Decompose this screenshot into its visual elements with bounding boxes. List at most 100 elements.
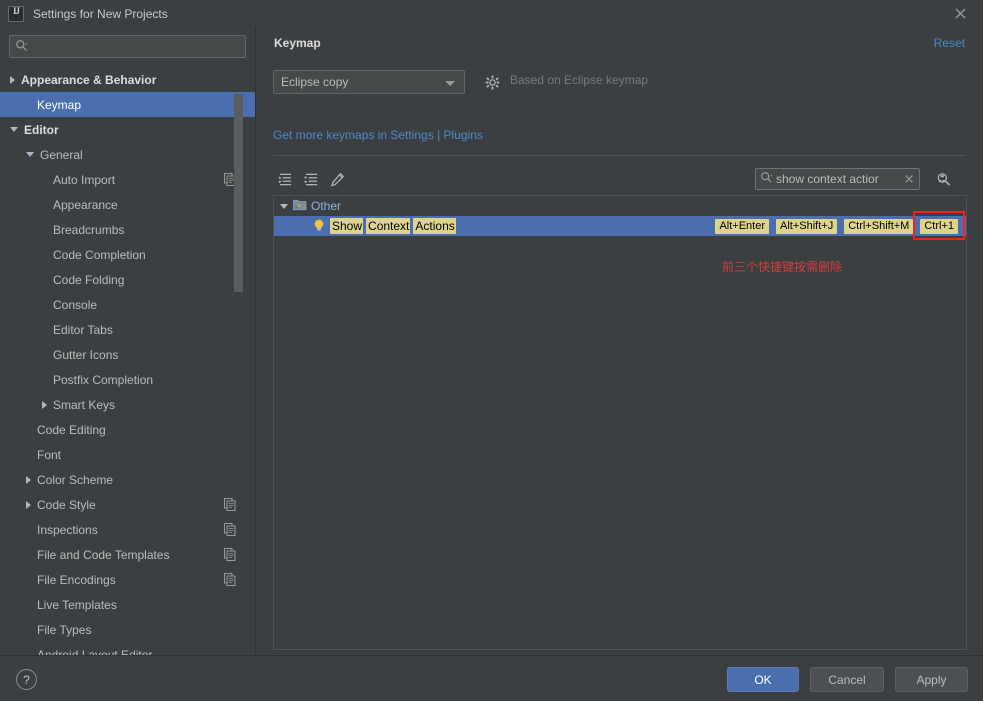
sidebar-item-appearance-behavior[interactable]: Appearance & Behavior — [0, 67, 255, 92]
search-icon — [760, 171, 773, 187]
sidebar-item-breadcrumbs[interactable]: Breadcrumbs — [0, 217, 255, 242]
sidebar-item-postfix-completion[interactable]: Postfix Completion — [0, 367, 255, 392]
annotation-text: 前三个快捷键按需删除 — [722, 260, 843, 274]
find-by-shortcut-button[interactable] — [932, 168, 954, 190]
window-title: Settings for New Projects — [33, 6, 168, 21]
copy-settings-icon[interactable] — [224, 498, 236, 511]
shortcut-badge[interactable]: Alt+Shift+J — [776, 218, 838, 234]
chevron-down-icon — [445, 81, 455, 86]
shortcut-badge-highlighted[interactable]: Ctrl+1 — [913, 211, 965, 240]
expand-all-button[interactable] — [273, 167, 297, 191]
sidebar-scrollbar-track[interactable] — [234, 67, 249, 655]
sidebar-item-label: Appearance & Behavior — [21, 72, 157, 87]
keymap-select[interactable]: Eclipse copy — [273, 70, 465, 94]
gear-icon — [485, 75, 499, 89]
copy-settings-icon[interactable] — [224, 523, 236, 536]
sidebar-item-keymap[interactable]: Keymap — [0, 92, 255, 117]
find-by-shortcut-icon — [937, 172, 950, 186]
shortcut-badge[interactable]: Alt+Enter — [715, 218, 769, 234]
folder-icon — [293, 198, 307, 214]
keymap-settings-button[interactable] — [482, 72, 502, 92]
sidebar-item-label: Inspections — [37, 522, 98, 537]
collapse-all-button[interactable] — [299, 167, 323, 191]
keymap-panel: Keymap Reset Eclipse copy Based on Eclip… — [256, 27, 983, 655]
reset-link[interactable]: Reset — [934, 36, 965, 50]
sidebar-item-live-templates[interactable]: Live Templates — [0, 592, 255, 617]
sidebar-item-file-types[interactable]: File Types — [0, 617, 255, 642]
shortcut-badge[interactable]: Ctrl+Shift+M — [844, 218, 914, 234]
chevron-right-icon[interactable] — [26, 500, 31, 509]
sidebar-item-label: Breadcrumbs — [53, 222, 125, 237]
sidebar-search-input[interactable] — [31, 39, 221, 54]
copy-settings-icon[interactable] — [224, 548, 236, 561]
sidebar-item-smart-keys[interactable]: Smart Keys — [0, 392, 255, 417]
shortcut-label: Ctrl+1 — [920, 219, 958, 234]
sidebar-item-appearance[interactable]: Appearance — [0, 192, 255, 217]
sidebar-item-console[interactable]: Console — [0, 292, 255, 317]
close-button[interactable] — [937, 0, 983, 27]
settings-sidebar: Appearance & Behavior Keymap Editor General… — [0, 27, 255, 655]
sidebar-item-code-completion[interactable]: Code Completion — [0, 242, 255, 267]
pencil-icon — [330, 172, 344, 186]
sidebar-item-inspections[interactable]: Inspections — [0, 517, 255, 542]
sidebar-item-auto-import[interactable]: Auto Import — [0, 167, 255, 192]
sidebar-search-box[interactable] — [9, 35, 246, 58]
sidebar-item-editor[interactable]: Editor — [0, 117, 255, 142]
keymap-search-value: show context actior — [776, 172, 879, 186]
copy-settings-icon[interactable] — [224, 573, 236, 586]
cancel-button[interactable]: Cancel — [810, 667, 884, 692]
keymap-action-label: Show Context Actions — [330, 218, 456, 234]
sidebar-item-color-scheme[interactable]: Color Scheme — [0, 467, 255, 492]
chevron-right-icon[interactable] — [10, 75, 15, 84]
clear-icon[interactable] — [904, 173, 914, 187]
chevron-down-icon[interactable] — [26, 152, 34, 157]
sidebar-item-code-folding[interactable]: Code Folding — [0, 267, 255, 292]
sidebar-item-label: Editor — [24, 122, 59, 137]
action-word: Show — [330, 218, 364, 234]
sidebar-item-label: Code Editing — [37, 422, 106, 437]
keymap-group-row[interactable]: Other — [274, 196, 966, 216]
action-word: Actions — [413, 218, 456, 234]
collapse-all-icon — [303, 173, 317, 185]
help-button[interactable]: ? — [16, 669, 37, 690]
chevron-down-icon[interactable] — [280, 203, 288, 209]
sidebar-scrollbar-thumb[interactable] — [234, 94, 243, 292]
apply-button[interactable]: Apply — [895, 667, 968, 692]
edit-shortcut-button[interactable] — [325, 167, 349, 191]
sidebar-item-editor-tabs[interactable]: Editor Tabs — [0, 317, 255, 342]
ok-button[interactable]: OK — [727, 667, 799, 692]
keymap-group-label: Other — [311, 199, 342, 213]
sidebar-item-label: Editor Tabs — [53, 322, 113, 337]
sidebar-item-label: Code Completion — [53, 247, 146, 262]
sidebar-item-code-editing[interactable]: Code Editing — [0, 417, 255, 442]
dialog-footer: ? OK Cancel Apply — [0, 655, 983, 701]
get-more-keymaps-link[interactable]: Get more keymaps in Settings | Plugins — [273, 128, 483, 142]
keymap-action-row[interactable]: Show Context Actions Alt+Enter Alt+Shift+… — [274, 211, 966, 240]
sidebar-item-label: Font — [37, 447, 62, 462]
settings-tree: Appearance & Behavior Keymap Editor General… — [0, 67, 255, 655]
section-divider — [273, 155, 966, 156]
sidebar-item-gutter-icons[interactable]: Gutter Icons — [0, 342, 255, 367]
sidebar-item-label: Code Folding — [53, 272, 125, 287]
sidebar-item-code-style[interactable]: Code Style — [0, 492, 255, 517]
sidebar-item-file-and-code-templates[interactable]: File and Code Templates — [0, 542, 255, 567]
chevron-right-icon[interactable] — [42, 400, 47, 409]
sidebar-item-file-encodings[interactable]: File Encodings — [0, 567, 255, 592]
sidebar-item-android-layout-editor[interactable]: Android Layout Editor — [0, 642, 255, 656]
chevron-right-icon[interactable] — [26, 475, 31, 484]
sidebar-item-font[interactable]: Font — [0, 442, 255, 467]
based-on-label: Based on Eclipse keymap — [510, 73, 649, 87]
sidebar-item-label: File Encodings — [37, 572, 116, 587]
keymap-action-tree: Other Show Context Actions Alt+Enter Alt+… — [273, 195, 967, 650]
chevron-down-icon[interactable] — [10, 127, 18, 132]
keymap-search-box[interactable]: show context actior — [755, 168, 920, 190]
sidebar-item-general[interactable]: General — [0, 142, 255, 167]
